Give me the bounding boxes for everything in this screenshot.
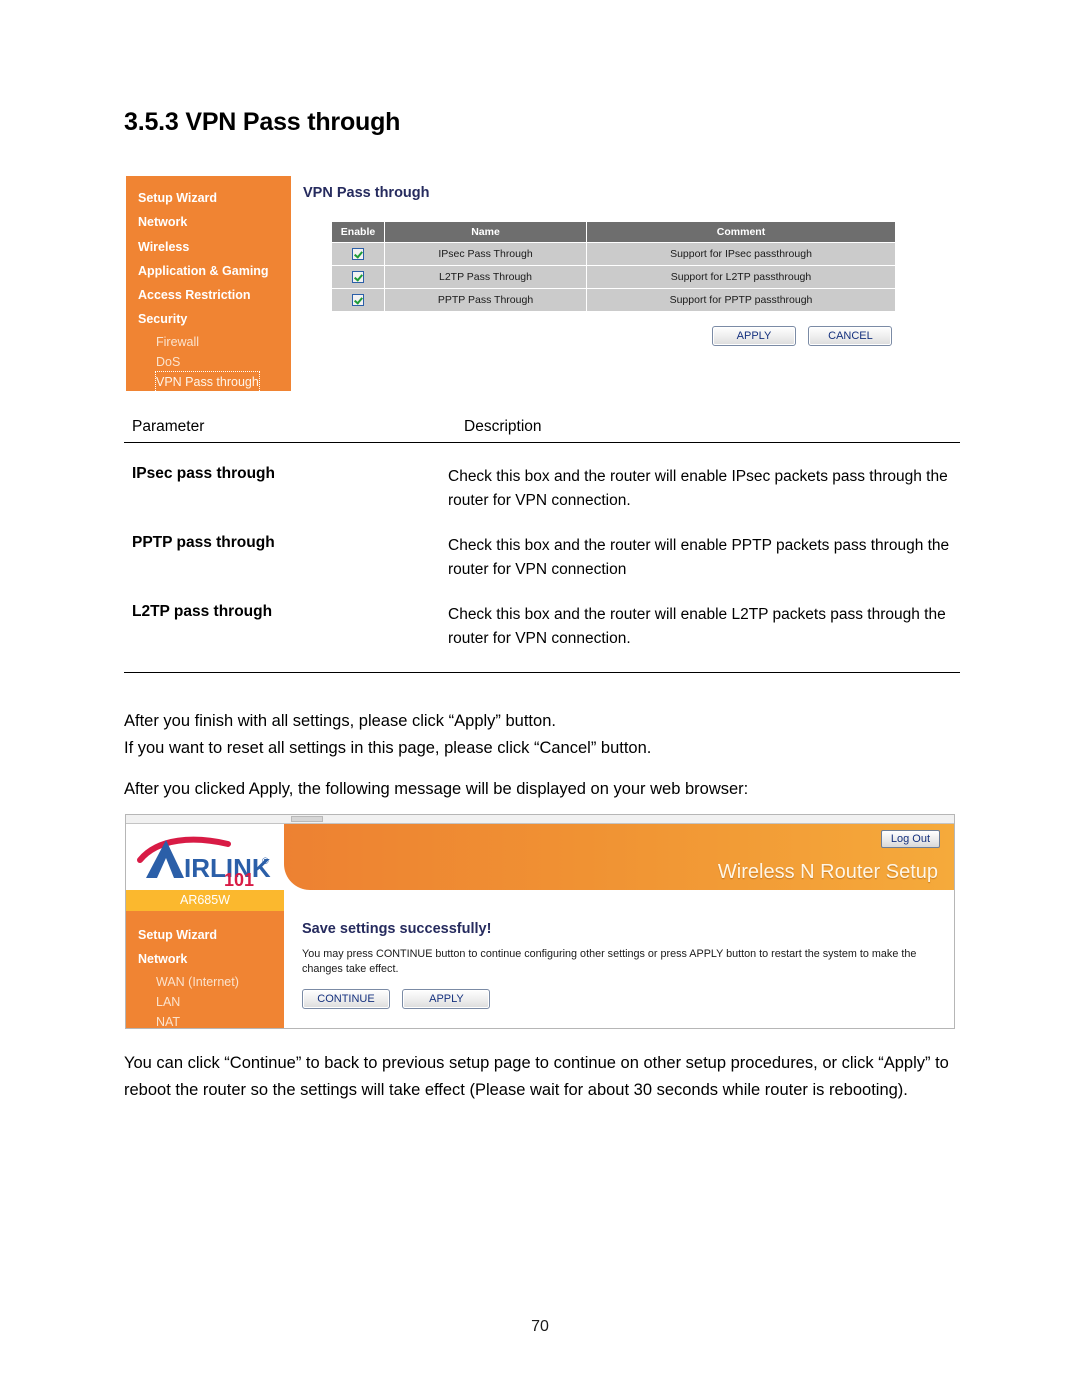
parameter-row: L2TP pass through Check this box and the… (124, 603, 960, 651)
sidebar-item-nat[interactable]: NAT (138, 1012, 284, 1032)
table-row: PPTP Pass Through Support for PPTP passt… (331, 288, 896, 312)
name-cell: IPsec Pass Through (384, 242, 587, 266)
enable-cell (331, 242, 385, 266)
parameter-table-body: IPsec pass through Check this box and th… (124, 443, 960, 651)
sidebar-item-setup-wizard[interactable]: Setup Wizard (138, 186, 291, 210)
comment-cell: Support for L2TP passthrough (586, 265, 896, 289)
sidebar-item-network[interactable]: Network (138, 947, 284, 971)
airlink-logo: IRLINK ® 101 (136, 830, 276, 886)
sidebar-item-security[interactable]: Security (138, 307, 291, 331)
sidebar-item-firewall[interactable]: Firewall (138, 332, 291, 352)
save-action-buttons: CONTINUE APPLY (302, 989, 940, 1009)
save-success-text: You may press CONTINUE button to continu… (302, 948, 917, 975)
sidebar-item-vpn-pass-through[interactable]: VPN Pass through (155, 370, 260, 393)
save-settings-screenshot: IRLINK ® 101 Wireless N Router Setup Log… (125, 814, 955, 1029)
instructions-paragraph-2: After you clicked Apply, the following m… (124, 780, 749, 798)
cancel-instruction-line: If you want to reset all settings in thi… (124, 739, 652, 757)
sidebar-item-application-gaming[interactable]: Application & Gaming (138, 259, 291, 283)
vpn-config-screenshot: Setup Wizard Network Wireless Applicatio… (126, 176, 896, 393)
sidebar-item-setup-wizard[interactable]: Setup Wizard (138, 923, 284, 947)
column-header-name: Name (384, 221, 587, 243)
page-number: 70 (531, 1318, 549, 1335)
parameter-name: IPsec pass through (132, 465, 275, 482)
table-row: L2TP Pass Through Support for L2TP passt… (331, 265, 896, 289)
column-header-description: Description (464, 418, 542, 435)
parameter-description: Check this box and the router will enabl… (448, 537, 950, 578)
name-cell: PPTP Pass Through (384, 288, 587, 312)
sidebar-item-lan[interactable]: LAN (138, 992, 284, 1012)
document-page: 3.5.3 VPN Pass through Setup Wizard Netw… (0, 0, 1080, 1397)
column-header-comment: Comment (586, 221, 896, 243)
sidebar-item-network[interactable]: Network (138, 210, 291, 234)
form-action-buttons: APPLY CANCEL (712, 326, 893, 346)
parameter-name: L2TP pass through (132, 603, 273, 620)
table-row: IPsec Pass Through Support for IPsec pas… (331, 242, 896, 266)
svg-text:®: ® (262, 856, 269, 866)
parameter-table-header: Parameter Description (124, 418, 960, 443)
column-header-enable: Enable (331, 221, 385, 243)
scrollbar-thumb[interactable] (291, 816, 323, 822)
enable-cell (331, 265, 385, 289)
vpn-passthrough-table: Enable Name Comment IPsec Pass Through S… (331, 221, 896, 312)
sidebar-item-wireless[interactable]: Wireless (138, 235, 291, 259)
router-sidebar-menu-2: Setup Wizard Network WAN (Internet) LAN … (126, 911, 284, 1029)
continue-button[interactable]: CONTINUE (302, 989, 390, 1009)
l2tp-passthrough-checkbox[interactable] (352, 271, 364, 284)
save-success-title: Save settings successfully! (302, 921, 492, 937)
column-header-parameter: Parameter (132, 418, 205, 435)
instructions-paragraph-1: After you finish with all settings, plea… (124, 708, 974, 762)
parameter-description-table: Parameter Description IPsec pass through… (124, 418, 960, 673)
panel-title: VPN Pass through (303, 185, 430, 201)
apply-button[interactable]: APPLY (712, 326, 796, 346)
logout-button[interactable]: Log Out (880, 830, 940, 848)
ipsec-passthrough-checkbox[interactable] (352, 248, 364, 261)
instructions-paragraph-3: You can click “Continue” to back to prev… (124, 1054, 949, 1099)
svg-text:101: 101 (224, 870, 254, 886)
model-badge: AR685W (126, 890, 284, 911)
banner-title: Wireless N Router Setup (717, 861, 938, 883)
sidebar-item-wan-internet[interactable]: WAN (Internet) (138, 972, 284, 992)
comment-cell: Support for IPsec passthrough (586, 242, 896, 266)
sidebar-item-access-restriction[interactable]: Access Restriction (138, 283, 291, 307)
name-cell: L2TP Pass Through (384, 265, 587, 289)
save-settings-content: Save settings successfully! You may pres… (284, 911, 954, 1028)
pptp-passthrough-checkbox[interactable] (352, 294, 364, 307)
airlink-logo-svg: IRLINK ® 101 (137, 836, 271, 886)
horizontal-scrollbar[interactable] (126, 815, 954, 824)
sidebar-item-dos[interactable]: DoS (138, 352, 291, 372)
comment-cell: Support for PPTP passthrough (586, 288, 896, 312)
router-sidebar-menu: Setup Wizard Network Wireless Applicatio… (126, 176, 291, 393)
table-bottom-divider (124, 672, 960, 673)
brand-logo-area: IRLINK ® 101 (126, 824, 284, 890)
parameter-description: Check this box and the router will enabl… (448, 606, 946, 647)
table-header-row: Enable Name Comment (331, 221, 896, 243)
parameter-row: PPTP pass through Check this box and the… (124, 534, 960, 582)
parameter-row: IPsec pass through Check this box and th… (124, 465, 960, 513)
parameter-name: PPTP pass through (132, 534, 275, 551)
enable-cell (331, 288, 385, 312)
router-header-bar: IRLINK ® 101 Wireless N Router Setup Log… (126, 824, 954, 890)
cancel-button[interactable]: CANCEL (808, 326, 893, 346)
page-title: 3.5.3 VPN Pass through (124, 108, 401, 136)
parameter-description: Check this box and the router will enabl… (448, 468, 948, 509)
apply-instruction-line: After you finish with all settings, plea… (124, 712, 556, 730)
apply-button[interactable]: APPLY (402, 989, 491, 1009)
header-banner: Wireless N Router Setup Log Out (284, 824, 954, 890)
